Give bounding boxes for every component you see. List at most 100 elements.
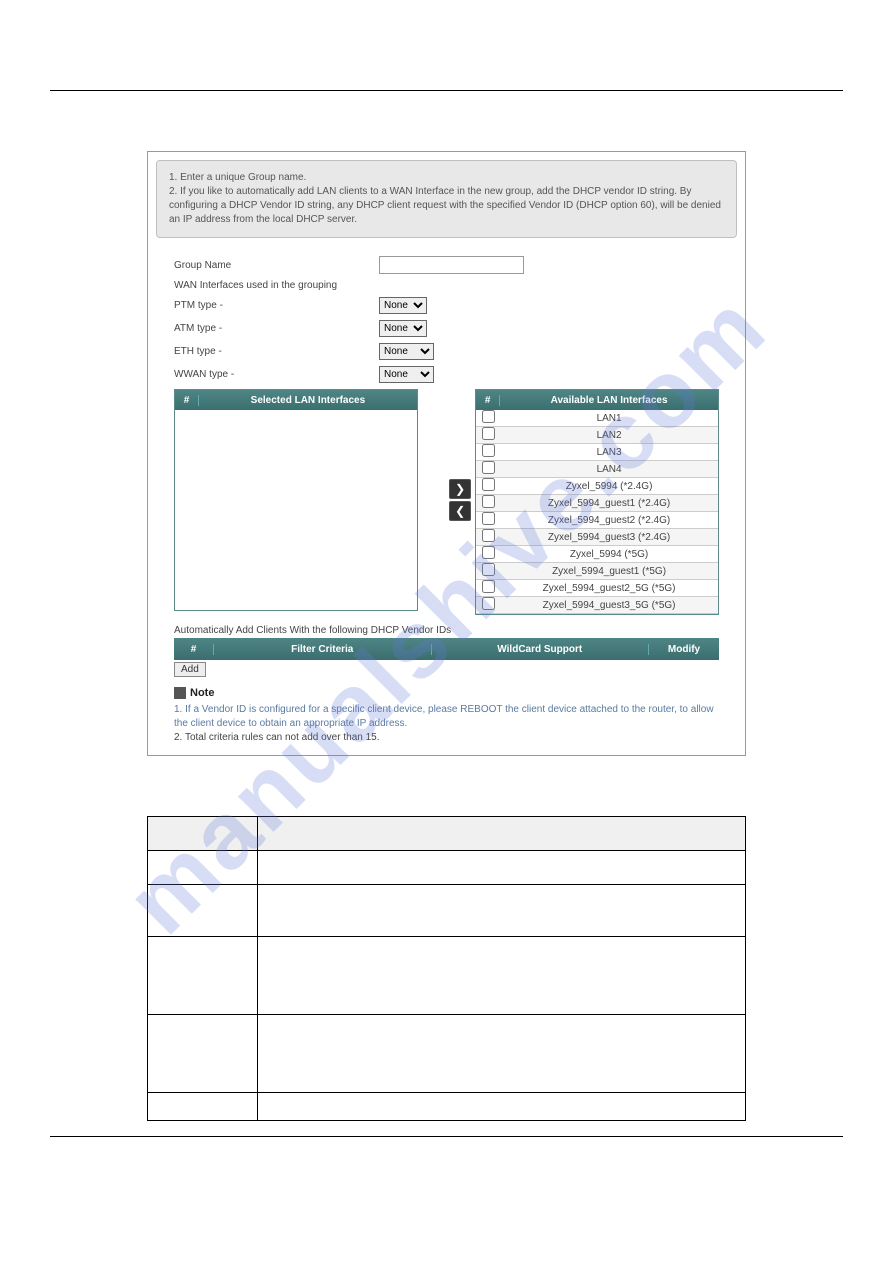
available-header: # Available LAN Interfaces: [476, 390, 718, 410]
list-item[interactable]: Zyxel_5994_guest2_5G (*5G): [476, 580, 718, 597]
header-rule: [50, 90, 843, 91]
cell-desc: [258, 937, 746, 1015]
form-area: Group Name WAN Interfaces used in the gr…: [148, 246, 745, 755]
list-item[interactable]: LAN3: [476, 444, 718, 461]
note-body: 1. If a Vendor ID is configured for a sp…: [174, 703, 719, 745]
dual-list: # Selected LAN Interfaces ❯ ❮ # Availabl…: [174, 389, 719, 615]
item-checkbox[interactable]: [482, 529, 495, 542]
list-item[interactable]: LAN2: [476, 427, 718, 444]
list-item[interactable]: LAN4: [476, 461, 718, 478]
list-item[interactable]: Zyxel_5994_guest3 (*2.4G): [476, 529, 718, 546]
table-row: [148, 885, 746, 937]
description-table-wrap: [147, 816, 746, 1121]
item-checkbox[interactable]: [482, 580, 495, 593]
group-name-input[interactable]: [379, 256, 524, 274]
available-list: # Available LAN Interfaces LAN1 LAN2 LAN…: [475, 389, 719, 615]
info-line1: 1. Enter a unique Group name.: [169, 171, 724, 185]
move-right-button[interactable]: ❯: [449, 479, 471, 499]
table-row: [148, 1093, 746, 1121]
cell-desc: [258, 885, 746, 937]
item-label: Zyxel_5994_guest3_5G (*5G): [500, 600, 718, 611]
atm-select[interactable]: None: [379, 320, 427, 337]
selected-list: # Selected LAN Interfaces: [174, 389, 418, 611]
item-checkbox[interactable]: [482, 444, 495, 457]
auto-clients-text: Automatically Add Clients With the follo…: [174, 625, 719, 636]
list-item[interactable]: Zyxel_5994 (*2.4G): [476, 478, 718, 495]
add-button[interactable]: Add: [174, 662, 206, 677]
info-line2: 2. If you like to automatically add LAN …: [169, 185, 724, 227]
selected-body: [175, 410, 417, 610]
table-row: [148, 1015, 746, 1093]
table-row: [148, 937, 746, 1015]
list-item[interactable]: Zyxel_5994 (*5G): [476, 546, 718, 563]
criteria-num-header: #: [174, 644, 214, 655]
cell-label: [148, 937, 258, 1015]
selected-title: Selected LAN Interfaces: [199, 395, 417, 406]
available-title: Available LAN Interfaces: [500, 395, 718, 406]
criteria-modify-header: Modify: [649, 644, 719, 655]
item-label: Zyxel_5994_guest2 (*2.4G): [500, 515, 718, 526]
table-header-row: [148, 817, 746, 851]
ptm-select[interactable]: None: [379, 297, 427, 314]
cell-label: [148, 851, 258, 885]
item-checkbox[interactable]: [482, 512, 495, 525]
cell-desc: [258, 1015, 746, 1093]
move-left-button[interactable]: ❮: [449, 501, 471, 521]
selected-header: # Selected LAN Interfaces: [175, 390, 417, 410]
criteria-wildcard-header: WildCard Support: [432, 644, 650, 655]
item-checkbox[interactable]: [482, 461, 495, 474]
footer-rule: [50, 1136, 843, 1137]
cell-label: [148, 1015, 258, 1093]
transfer-buttons: ❯ ❮: [449, 389, 471, 521]
info-box: 1. Enter a unique Group name. 2. If you …: [156, 160, 737, 238]
item-label: Zyxel_5994_guest2_5G (*5G): [500, 583, 718, 594]
table-row: [148, 851, 746, 885]
item-checkbox[interactable]: [482, 546, 495, 559]
item-checkbox[interactable]: [482, 495, 495, 508]
atm-row: ATM type - None: [174, 320, 719, 337]
eth-row: ETH type - None: [174, 343, 719, 360]
item-checkbox[interactable]: [482, 427, 495, 440]
wwan-row: WWAN type - None: [174, 366, 719, 383]
available-body: LAN1 LAN2 LAN3 LAN4 Zyxel_5994 (*2.4G) Z…: [476, 410, 718, 614]
chevron-left-icon: ❮: [455, 504, 465, 518]
cell-label: [148, 885, 258, 937]
wwan-label: WWAN type -: [174, 369, 379, 380]
label-header: [148, 817, 258, 851]
note1-text: 1. If a Vendor ID is configured for a sp…: [174, 703, 719, 731]
cell-desc: [258, 851, 746, 885]
item-label: LAN4: [500, 464, 718, 475]
list-item[interactable]: Zyxel_5994_guest1 (*5G): [476, 563, 718, 580]
ptm-label: PTM type -: [174, 300, 379, 311]
ptm-row: PTM type - None: [174, 297, 719, 314]
criteria-header: # Filter Criteria WildCard Support Modif…: [174, 638, 719, 660]
list-item[interactable]: Zyxel_5994_guest3_5G (*5G): [476, 597, 718, 614]
wwan-select[interactable]: None: [379, 366, 434, 383]
item-checkbox[interactable]: [482, 410, 495, 423]
note-header: Note: [174, 687, 719, 699]
desc-header: [258, 817, 746, 851]
item-checkbox[interactable]: [482, 563, 495, 576]
eth-select[interactable]: None: [379, 343, 434, 360]
note-title: Note: [190, 687, 214, 699]
item-label: LAN2: [500, 430, 718, 441]
list-item[interactable]: Zyxel_5994_guest1 (*2.4G): [476, 495, 718, 512]
group-name-row: Group Name: [174, 256, 719, 274]
cell-label: [148, 1093, 258, 1121]
item-label: Zyxel_5994_guest1 (*5G): [500, 566, 718, 577]
available-num-header: #: [476, 395, 500, 406]
eth-label: ETH type -: [174, 346, 379, 357]
group-name-label: Group Name: [174, 260, 379, 271]
list-item[interactable]: LAN1: [476, 410, 718, 427]
item-checkbox[interactable]: [482, 597, 495, 610]
note2-text: 2. Total criteria rules can not add over…: [174, 731, 719, 745]
cell-desc: [258, 1093, 746, 1121]
item-label: Zyxel_5994_guest1 (*2.4G): [500, 498, 718, 509]
description-table: [147, 816, 746, 1121]
item-label: LAN1: [500, 413, 718, 424]
chevron-right-icon: ❯: [455, 482, 465, 496]
list-item[interactable]: Zyxel_5994_guest2 (*2.4G): [476, 512, 718, 529]
item-checkbox[interactable]: [482, 478, 495, 491]
criteria-filter-header: Filter Criteria: [214, 644, 432, 655]
item-label: Zyxel_5994 (*5G): [500, 549, 718, 560]
